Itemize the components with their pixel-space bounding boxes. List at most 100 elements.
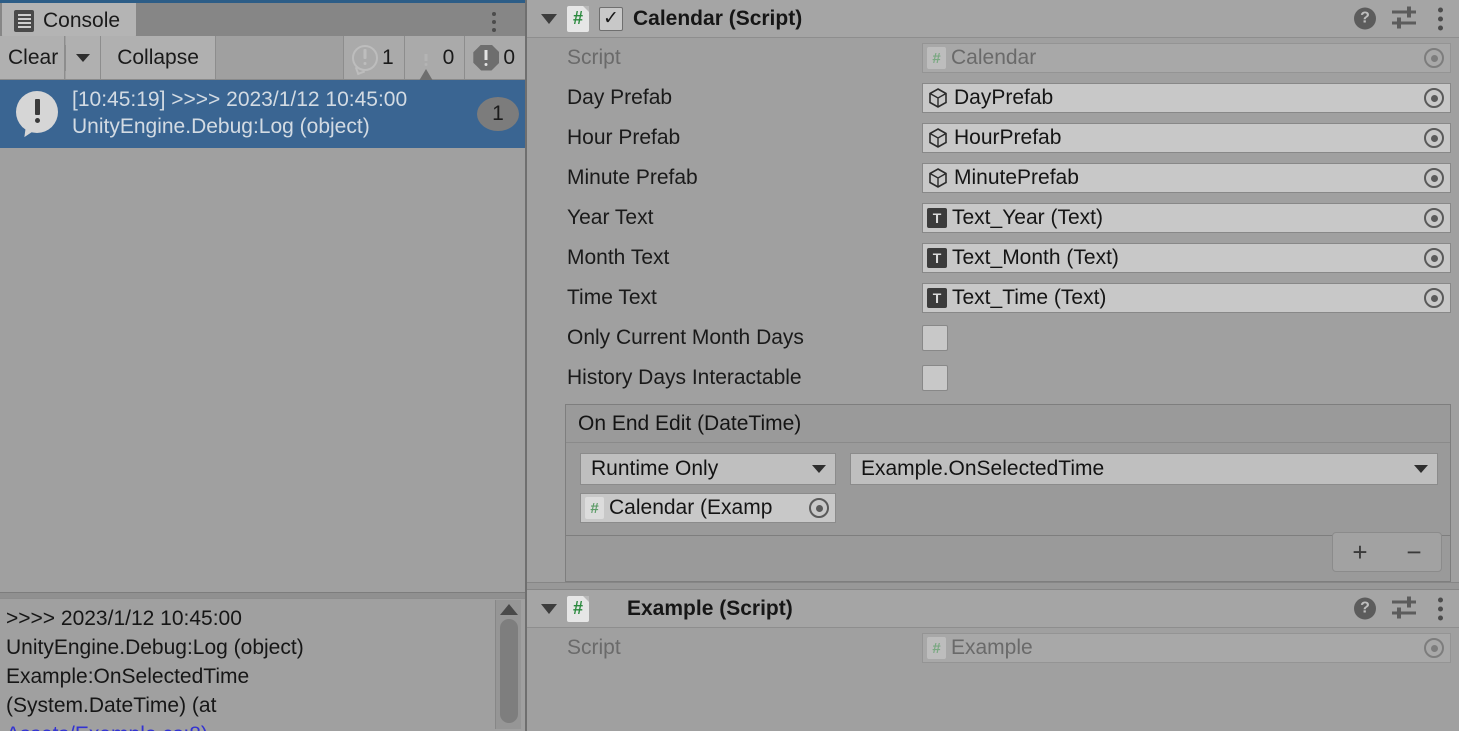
chevron-down-icon <box>812 465 826 473</box>
log-entry-text: [10:45:19] >>>> 2023/1/12 10:45:00 Unity… <box>72 87 407 141</box>
component-title: Calendar (Script) <box>633 6 803 30</box>
detail-line: UnityEngine.Debug:Log (object) <box>6 635 304 659</box>
csharp-script-icon: # <box>567 595 589 622</box>
object-field-value: Example <box>951 636 1033 659</box>
warning-count-toggle[interactable]: 0 <box>403 36 465 91</box>
chevron-down-icon <box>1414 465 1428 473</box>
property-row-hour-prefab: Hour Prefab HourPrefab <box>527 118 1459 158</box>
console-detail-pane[interactable]: >>>> 2023/1/12 10:45:00 UnityEngine.Debu… <box>0 598 525 731</box>
console-kebab-menu-icon[interactable] <box>489 9 499 35</box>
property-label: History Days Interactable <box>567 366 802 389</box>
property-row-month-text: Month Text T Text_Month (Text) <box>527 238 1459 278</box>
foldout-open-icon[interactable] <box>541 603 557 614</box>
kebab-menu-icon[interactable] <box>1432 5 1449 32</box>
log-count-label: 1 <box>381 45 394 69</box>
object-picker-icon <box>1424 48 1444 68</box>
component-header-actions: ? <box>1354 5 1449 32</box>
error-count-label: 0 <box>503 45 515 69</box>
chevron-down-icon <box>76 53 91 62</box>
foldout-open-icon[interactable] <box>541 13 557 24</box>
detail-source-link[interactable]: Assets/Example.cs:8) <box>6 721 517 731</box>
object-picker-icon[interactable] <box>1424 128 1444 148</box>
property-row-minute-prefab: Minute Prefab MinutePrefab <box>527 158 1459 198</box>
text-component-icon: T <box>927 208 947 228</box>
detail-scrollbar[interactable] <box>495 600 521 729</box>
unity-event-block: On End Edit (DateTime) Runtime Only Exam… <box>565 404 1451 536</box>
property-row-script: Script # Calendar <box>527 38 1459 78</box>
property-label: Day Prefab <box>567 86 673 109</box>
prefab-icon <box>927 87 949 109</box>
csharp-script-icon: # <box>927 637 946 659</box>
history-days-interactable-checkbox[interactable] <box>922 365 948 391</box>
log-count-toggle[interactable]: 1 <box>342 36 404 79</box>
object-picker-icon[interactable] <box>809 498 829 518</box>
listener-mode-dropdown[interactable]: Runtime Only <box>580 453 836 485</box>
object-picker-icon[interactable] <box>1424 288 1444 308</box>
only-current-month-days-checkbox[interactable] <box>922 325 948 351</box>
object-picker-icon[interactable] <box>1424 88 1444 108</box>
property-label: Script <box>567 46 621 69</box>
property-label: Month Text <box>567 246 670 269</box>
object-field-value: DayPrefab <box>954 86 1054 109</box>
clear-button-label: Clear <box>8 45 59 69</box>
log-entry-line1: [10:45:19] >>>> 2023/1/12 10:45:00 <box>72 88 408 112</box>
object-field-value: HourPrefab <box>954 126 1062 149</box>
prefab-icon <box>927 127 949 149</box>
remove-listener-button[interactable]: − <box>1396 539 1431 565</box>
error-count-toggle[interactable]: 0 <box>464 36 525 79</box>
object-picker-icon[interactable] <box>1424 208 1444 228</box>
unity-event-header: On End Edit (DateTime) <box>566 405 1450 443</box>
listener-target-object-field[interactable]: # Calendar (Examp <box>580 493 836 523</box>
object-field-minute-prefab[interactable]: MinutePrefab <box>922 163 1451 193</box>
scrollbar-thumb[interactable] <box>499 619 518 723</box>
csharp-script-icon: # <box>585 497 604 519</box>
unity-event-listener-row: Runtime Only Example.OnSelectedTime <box>580 453 1438 485</box>
detail-line: >>>> 2023/1/12 10:45:00 <box>6 607 242 630</box>
scroll-up-arrow-icon[interactable] <box>499 604 518 615</box>
inspector-panel: # ✓ Calendar (Script) ? Script # Calenda… <box>525 0 1459 731</box>
list-item[interactable]: [10:45:19] >>>> 2023/1/12 10:45:00 Unity… <box>0 80 525 148</box>
object-field-day-prefab[interactable]: DayPrefab <box>922 83 1451 113</box>
unity-event-title: On End Edit (DateTime) <box>578 411 802 435</box>
help-icon[interactable]: ? <box>1354 7 1376 30</box>
log-icon <box>351 44 378 75</box>
object-field-year-text[interactable]: T Text_Year (Text) <box>922 203 1451 233</box>
component-header-calendar[interactable]: # ✓ Calendar (Script) ? <box>527 0 1459 38</box>
tab-console[interactable]: Console <box>2 3 137 39</box>
property-label: Hour Prefab <box>567 126 681 149</box>
property-row-day-prefab: Day Prefab DayPrefab <box>527 78 1459 118</box>
object-field-hour-prefab[interactable]: HourPrefab <box>922 123 1451 153</box>
preset-icon[interactable] <box>1392 6 1416 30</box>
console-icon <box>14 10 34 32</box>
object-picker-icon[interactable] <box>1424 248 1444 268</box>
property-row-only-current-month-days: Only Current Month Days <box>527 318 1459 358</box>
kebab-menu-icon[interactable] <box>1432 595 1449 622</box>
listener-mode-label: Runtime Only <box>591 457 719 480</box>
object-field-value: Text_Month (Text) <box>952 246 1119 269</box>
help-icon[interactable]: ? <box>1354 597 1376 620</box>
object-picker-icon[interactable] <box>1424 168 1444 188</box>
object-field-time-text[interactable]: T Text_Time (Text) <box>922 283 1451 313</box>
console-log-list[interactable]: [10:45:19] >>>> 2023/1/12 10:45:00 Unity… <box>0 80 525 592</box>
component-title: Example (Script) <box>627 596 793 620</box>
object-field-value: MinutePrefab <box>954 166 1079 189</box>
property-label: Script <box>567 636 621 659</box>
preset-icon[interactable] <box>1392 596 1416 620</box>
error-icon <box>473 44 500 71</box>
listener-method-dropdown[interactable]: Example.OnSelectedTime <box>850 453 1438 485</box>
listener-target-value: Calendar (Examp <box>609 496 773 519</box>
unity-event-target-row: # Calendar (Examp <box>580 493 1438 523</box>
object-field-script: # Calendar <box>922 43 1451 73</box>
component-header-example[interactable]: # Example (Script) ? <box>527 590 1459 628</box>
clear-button[interactable]: Clear <box>0 36 66 79</box>
collapse-button[interactable]: Collapse <box>101 36 216 79</box>
prefab-icon <box>927 167 949 189</box>
object-picker-icon <box>1424 638 1444 658</box>
clear-dropdown-button[interactable] <box>66 36 102 79</box>
object-field-month-text[interactable]: T Text_Month (Text) <box>922 243 1451 273</box>
component-enabled-checkbox[interactable]: ✓ <box>599 6 623 31</box>
console-panel: Console Clear Collapse 1 0 0 [10:45:19] … <box>0 0 525 731</box>
add-listener-button[interactable]: + <box>1342 539 1377 565</box>
object-field-value: Text_Year (Text) <box>952 206 1103 229</box>
object-field-value: Text_Time (Text) <box>952 286 1107 309</box>
